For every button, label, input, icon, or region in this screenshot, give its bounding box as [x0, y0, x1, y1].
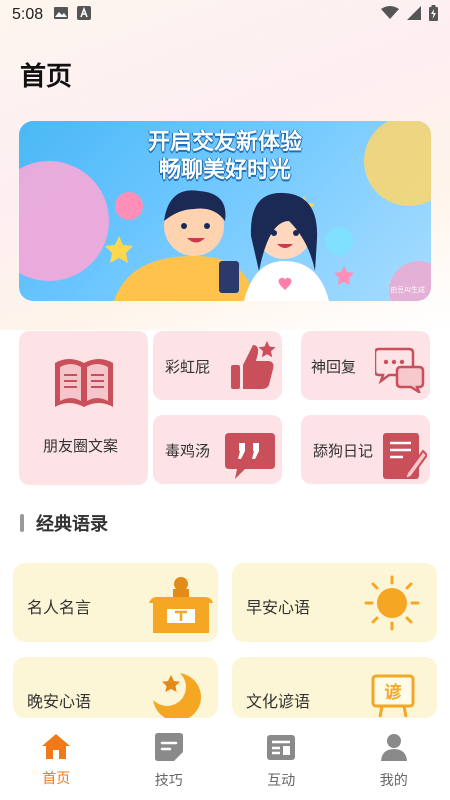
tab-tips[interactable]: 技巧	[113, 718, 226, 800]
chat-bubbles-icon	[373, 345, 425, 397]
promo-banner[interactable]: 开启交友新体验 畅聊美好时光 由豆AI生成	[19, 121, 431, 301]
banner-watermark: 由豆AI生成	[390, 286, 425, 294]
note-pen-icon	[383, 433, 429, 483]
banner-line-1: 开启交友新体验	[147, 130, 302, 155]
category-label: 彩虹屁	[165, 358, 211, 376]
section-title-bar	[20, 514, 24, 532]
home-icon	[40, 732, 72, 764]
section-title-text: 经典语录	[36, 514, 108, 535]
tab-profile[interactable]: 我的	[338, 718, 450, 800]
tab-label: 我的	[379, 773, 408, 789]
category-card-rainbow-fart[interactable]: 彩虹屁	[153, 331, 282, 400]
tab-home[interactable]: 首页	[0, 718, 113, 800]
category-label: 舔狗日记	[313, 442, 374, 460]
tips-icon	[154, 732, 184, 766]
quote-card-night[interactable]: 晚安心语	[13, 657, 218, 718]
tab-interact[interactable]: 互动	[225, 718, 338, 800]
quote-label: 文化谚语	[246, 692, 311, 711]
proverb-sign-icon: 谚	[370, 673, 416, 718]
signal-icon	[407, 6, 421, 24]
wifi-icon	[381, 6, 399, 24]
category-card-witty-reply[interactable]: 神回复	[301, 331, 430, 400]
status-bar: 5:08	[0, 0, 450, 30]
bottom-tab-bar: 首页 技巧 互动 我的	[0, 718, 450, 800]
tab-label: 首页	[42, 771, 71, 787]
quote-label: 晚安心语	[27, 692, 92, 711]
book-icon	[51, 355, 117, 415]
moon-star-icon	[148, 668, 205, 718]
page-title: 首页	[20, 62, 73, 92]
quote-bubble-icon	[225, 433, 275, 483]
battery-icon	[429, 5, 438, 25]
tab-label: 互动	[267, 773, 296, 789]
quote-card-proverbs[interactable]: 文化谚语 谚	[232, 657, 437, 718]
interact-icon	[266, 732, 296, 766]
category-card-friend-circle[interactable]: 朋友圈文案	[19, 331, 148, 485]
thumbs-up-star-icon	[229, 339, 279, 397]
quote-label: 早安心语	[246, 598, 311, 617]
profile-icon	[379, 732, 409, 766]
category-label: 朋友圈文案	[43, 437, 119, 455]
tab-label: 技巧	[154, 773, 183, 789]
quote-label: 名人名言	[27, 598, 92, 617]
banner-line-2: 畅聊美好时光	[158, 158, 291, 183]
svg-text:谚: 谚	[385, 682, 402, 703]
category-card-simp-diary[interactable]: 舔狗日记	[301, 415, 430, 484]
image-icon	[53, 6, 69, 24]
category-label: 神回复	[311, 358, 357, 376]
section-title: 经典语录	[20, 510, 108, 536]
app-notification-icon	[77, 6, 92, 24]
quote-card-famous-quotes[interactable]: 名人名言	[13, 563, 218, 642]
sun-icon	[364, 575, 420, 635]
category-card-poison-soup[interactable]: 毒鸡汤	[153, 415, 282, 484]
category-label: 毒鸡汤	[165, 442, 211, 460]
podium-icon	[147, 575, 217, 639]
quote-card-morning[interactable]: 早安心语	[232, 563, 437, 642]
status-time: 5:08	[12, 6, 44, 23]
